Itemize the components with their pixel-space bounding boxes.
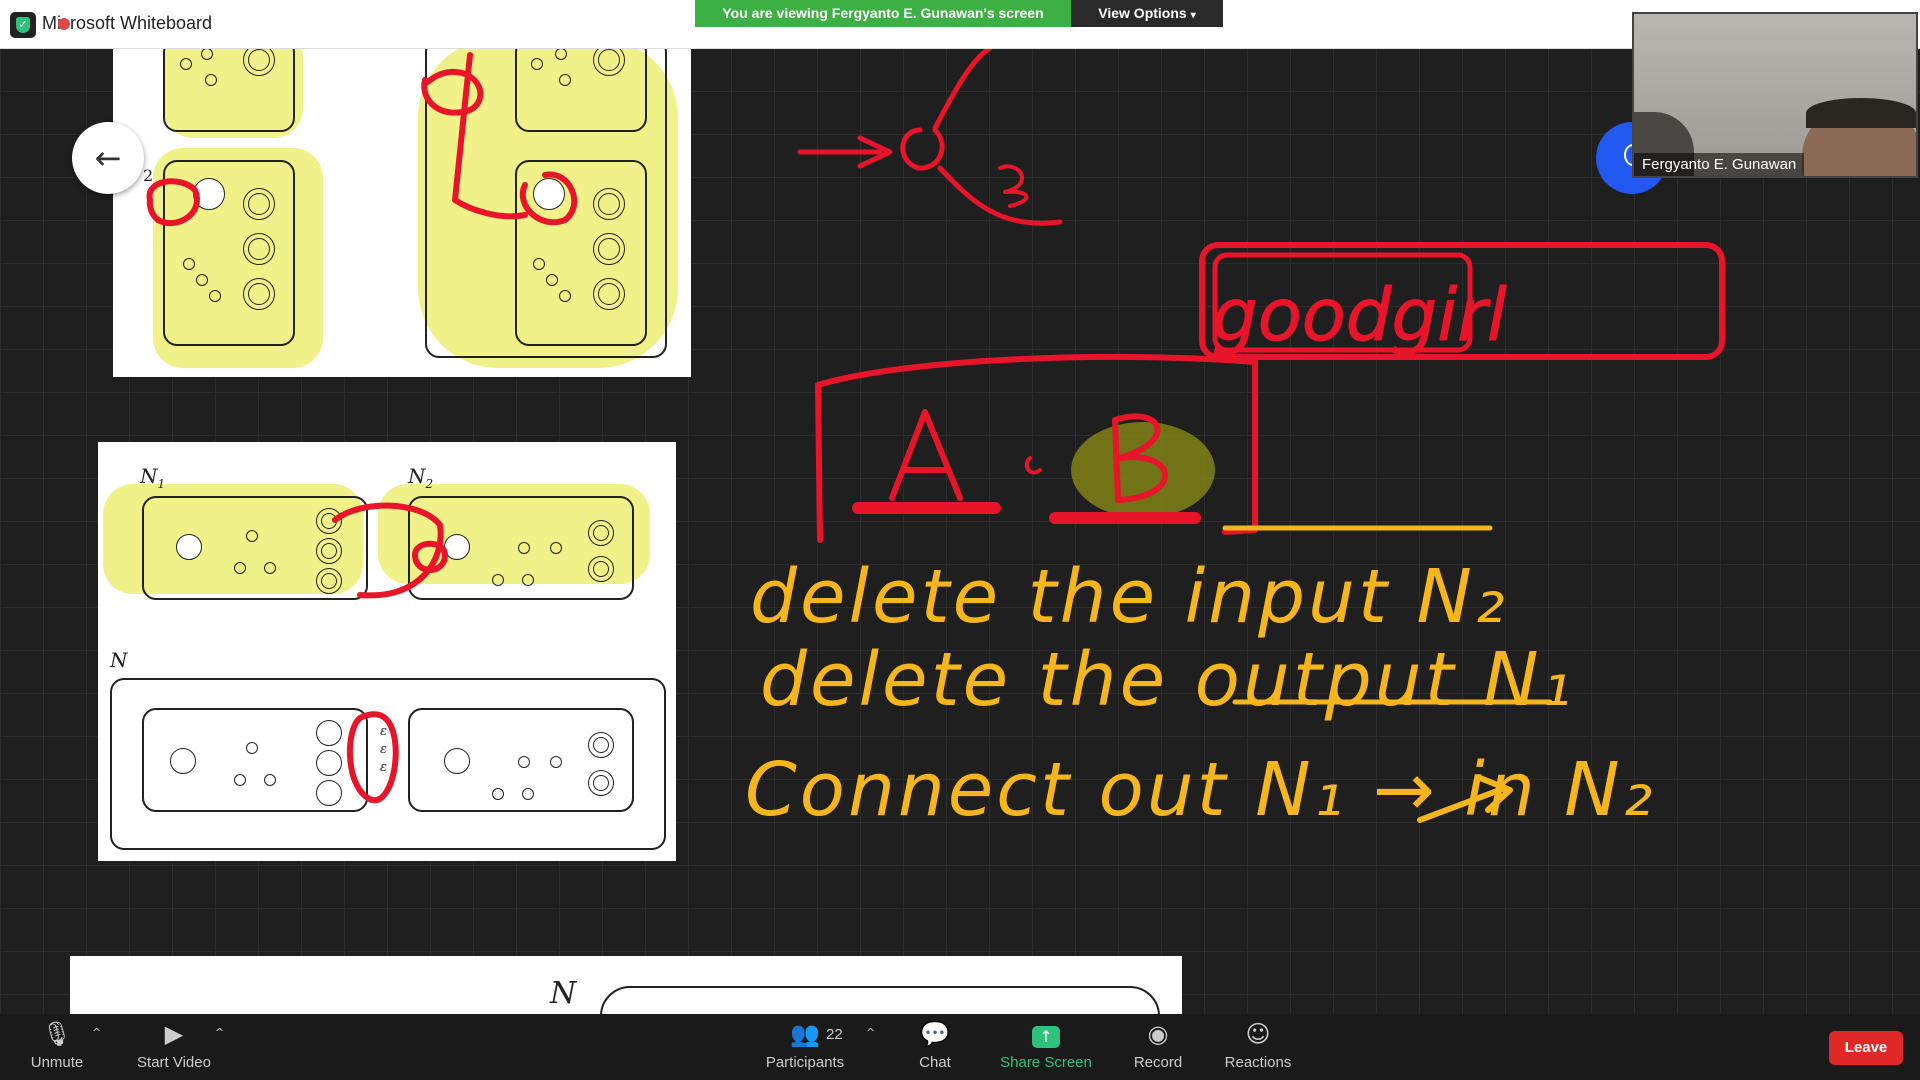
chat-icon: 💬 <box>920 1020 950 1048</box>
record-button[interactable]: ◉ Record <box>1128 1020 1188 1071</box>
reactions-button[interactable]: ☺ Reactions <box>1222 1020 1294 1071</box>
video-off-icon: ▶ <box>164 1020 184 1048</box>
state-box <box>163 38 295 132</box>
label-2: 2 <box>143 166 154 185</box>
meeting-toolbar: 🎙 Unmute ^ ▶ Start Video ^ 👥 Participant… <box>0 1014 1920 1080</box>
chevron-down-icon: ▾ <box>1190 10 1196 21</box>
speaker-name: Fergyanto E. Gunawan <box>1634 153 1805 176</box>
participants-caret-icon[interactable]: ^ <box>866 1026 875 1039</box>
start-video-button[interactable]: ▶ Start Video <box>130 1020 218 1071</box>
label-n: N <box>110 648 128 672</box>
share-screen-icon: ↑ <box>1032 1026 1060 1048</box>
reactions-icon: ☺ <box>1245 1020 1271 1048</box>
leave-button[interactable]: Leave <box>1829 1031 1903 1065</box>
textbook-image-concat[interactable]: N1 N2 N ε ε ε <box>98 442 676 861</box>
arrow-left-icon: ← <box>94 139 122 177</box>
textbook-image-bottom[interactable]: N <box>70 956 1182 1050</box>
recording-dot-icon <box>58 18 70 30</box>
speaker-video[interactable]: Fergyanto E. Gunawan <box>1632 12 1918 178</box>
participants-count: 22 <box>826 1026 843 1043</box>
state-box <box>163 160 295 346</box>
label-n-bottom: N <box>550 976 577 1011</box>
microphone-muted-icon: 🎙 <box>41 1020 73 1048</box>
shield-icon: ✓ <box>16 17 30 33</box>
share-screen-button[interactable]: ↑ Share Screen <box>998 1020 1094 1071</box>
label-n1: N1 <box>140 464 166 491</box>
video-options-caret-icon[interactable]: ^ <box>215 1026 224 1039</box>
back-button[interactable]: ← <box>72 122 144 194</box>
state-box <box>515 38 647 132</box>
unmute-button[interactable]: 🎙 Unmute <box>24 1020 90 1071</box>
audio-options-caret-icon[interactable]: ^ <box>92 1026 101 1039</box>
label-n2: N2 <box>408 464 434 491</box>
app-icon: ✓ <box>10 12 36 38</box>
viewing-screen-banner: You are viewing Fergyanto E. Gunawan's s… <box>695 0 1071 27</box>
chat-button[interactable]: 💬 Chat <box>905 1020 965 1071</box>
view-options-button[interactable]: View Options ▾ <box>1071 0 1223 27</box>
record-icon: ◉ <box>1147 1020 1169 1048</box>
textbook-image-top[interactable]: 2 <box>113 28 691 377</box>
